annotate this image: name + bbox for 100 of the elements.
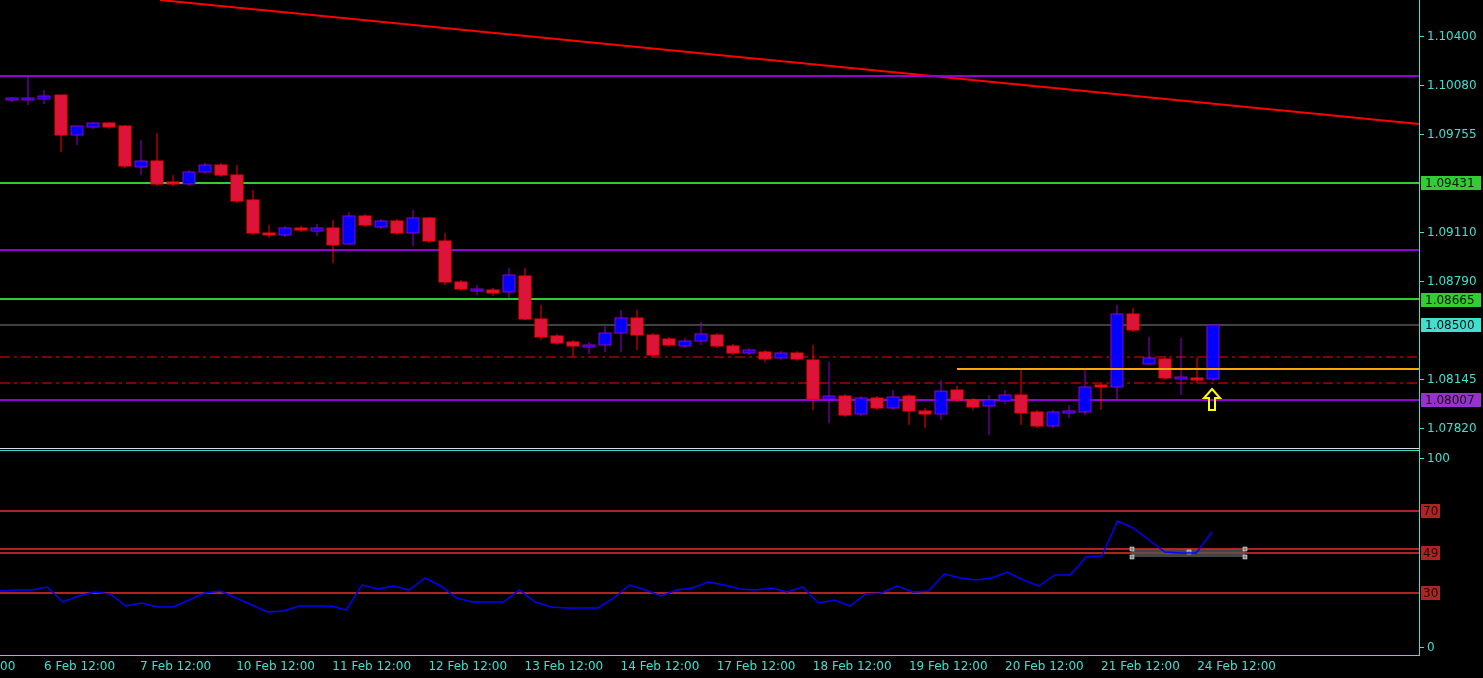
candle (1190, 357, 1204, 384)
candle (870, 395, 884, 411)
candle (214, 162, 228, 178)
candle (1094, 382, 1108, 411)
candle (86, 121, 100, 130)
candle (1174, 337, 1188, 396)
candle (1046, 409, 1060, 429)
candle (614, 309, 628, 353)
candle (566, 339, 580, 358)
candle (598, 325, 612, 353)
candle (646, 332, 660, 358)
candle (198, 162, 212, 175)
candle (486, 287, 500, 297)
candle (822, 361, 836, 424)
candle (838, 393, 852, 418)
candle (1206, 323, 1220, 382)
candle (406, 209, 420, 247)
time-label: 20 Feb 12:00 (1005, 659, 1084, 673)
candle (1142, 336, 1156, 366)
time-label: 21 Feb 12:00 (1101, 659, 1180, 673)
candle (774, 350, 788, 361)
candle (678, 337, 692, 349)
candle (470, 284, 484, 296)
time-label: 7 Feb 12:00 (140, 659, 212, 673)
time-label: 11 Feb 12:00 (332, 659, 412, 673)
candle (70, 125, 84, 146)
candle (742, 347, 756, 356)
candle (246, 189, 260, 236)
candle (630, 309, 644, 351)
candle (21, 76, 35, 106)
candle (534, 304, 548, 341)
candle (1126, 307, 1140, 333)
candle (790, 350, 804, 362)
time-label: 14 Feb 12:00 (620, 659, 700, 673)
candle (37, 89, 51, 105)
candle (294, 225, 308, 233)
candle (854, 395, 868, 417)
candle (390, 218, 404, 236)
candle (726, 343, 740, 356)
candle (694, 321, 708, 346)
candle (710, 332, 724, 349)
candle (998, 389, 1012, 405)
candle (438, 232, 452, 286)
candle (550, 333, 564, 346)
time-label: 10 Feb 12:00 (236, 659, 315, 673)
candle (102, 121, 116, 130)
price-label: 1.09755 (1420, 127, 1477, 141)
candle (518, 267, 532, 321)
candle (662, 336, 676, 348)
price-badge: 1.08500 (1421, 318, 1481, 332)
price-label: 1.07820 (1420, 421, 1477, 435)
level-badge: 30 (1421, 586, 1441, 600)
selection-box[interactable] (1129, 546, 1248, 560)
candle (326, 219, 340, 264)
time-label: 18 Feb 12:00 (812, 659, 892, 673)
candle (230, 164, 244, 204)
candle (918, 407, 932, 429)
candle (1158, 355, 1172, 381)
candle (902, 393, 916, 426)
candle (1062, 404, 1076, 419)
candle (1078, 369, 1092, 416)
price-label: 1.08145 (1420, 372, 1477, 386)
candle (950, 385, 964, 403)
candle (1030, 409, 1044, 429)
level-badge: 70 (1421, 504, 1441, 518)
candle (150, 132, 164, 187)
candle (278, 225, 292, 238)
candle (886, 389, 900, 411)
time-label: 13 Feb 12:00 (524, 659, 604, 673)
time-label: 12 Feb 12:00 (428, 659, 508, 673)
up-arrow-icon (1201, 387, 1223, 411)
candle (422, 216, 436, 244)
candle (966, 397, 980, 411)
price-badge: 1.09431 (1421, 176, 1481, 190)
candle (582, 341, 596, 355)
price-badge: 1.08007 (1421, 393, 1481, 407)
candle (758, 349, 772, 363)
time-label: 6 Feb 12:00 (44, 659, 116, 673)
candle (934, 379, 948, 421)
candle (166, 174, 180, 187)
price-label: 1.10080 (1420, 78, 1477, 92)
candle (982, 394, 996, 436)
candle (342, 211, 356, 246)
candle (374, 218, 388, 230)
level-badge: 49 (1421, 546, 1441, 560)
candle (134, 139, 148, 176)
candle (310, 223, 324, 237)
candle (454, 279, 468, 292)
candle (1014, 369, 1028, 426)
candle (806, 344, 820, 411)
price-badge: 1.08665 (1421, 293, 1481, 307)
candle (5, 96, 19, 103)
rsi-axis-label: 100 (1420, 451, 1450, 465)
price-label: 1.09110 (1420, 225, 1477, 239)
candle (262, 224, 276, 239)
candle (118, 124, 132, 169)
candle (358, 213, 372, 228)
rsi-axis-label: 0 (1420, 640, 1435, 654)
price-label: 1.10400 (1420, 29, 1477, 43)
time-label: 19 Feb 12:00 (908, 659, 988, 673)
